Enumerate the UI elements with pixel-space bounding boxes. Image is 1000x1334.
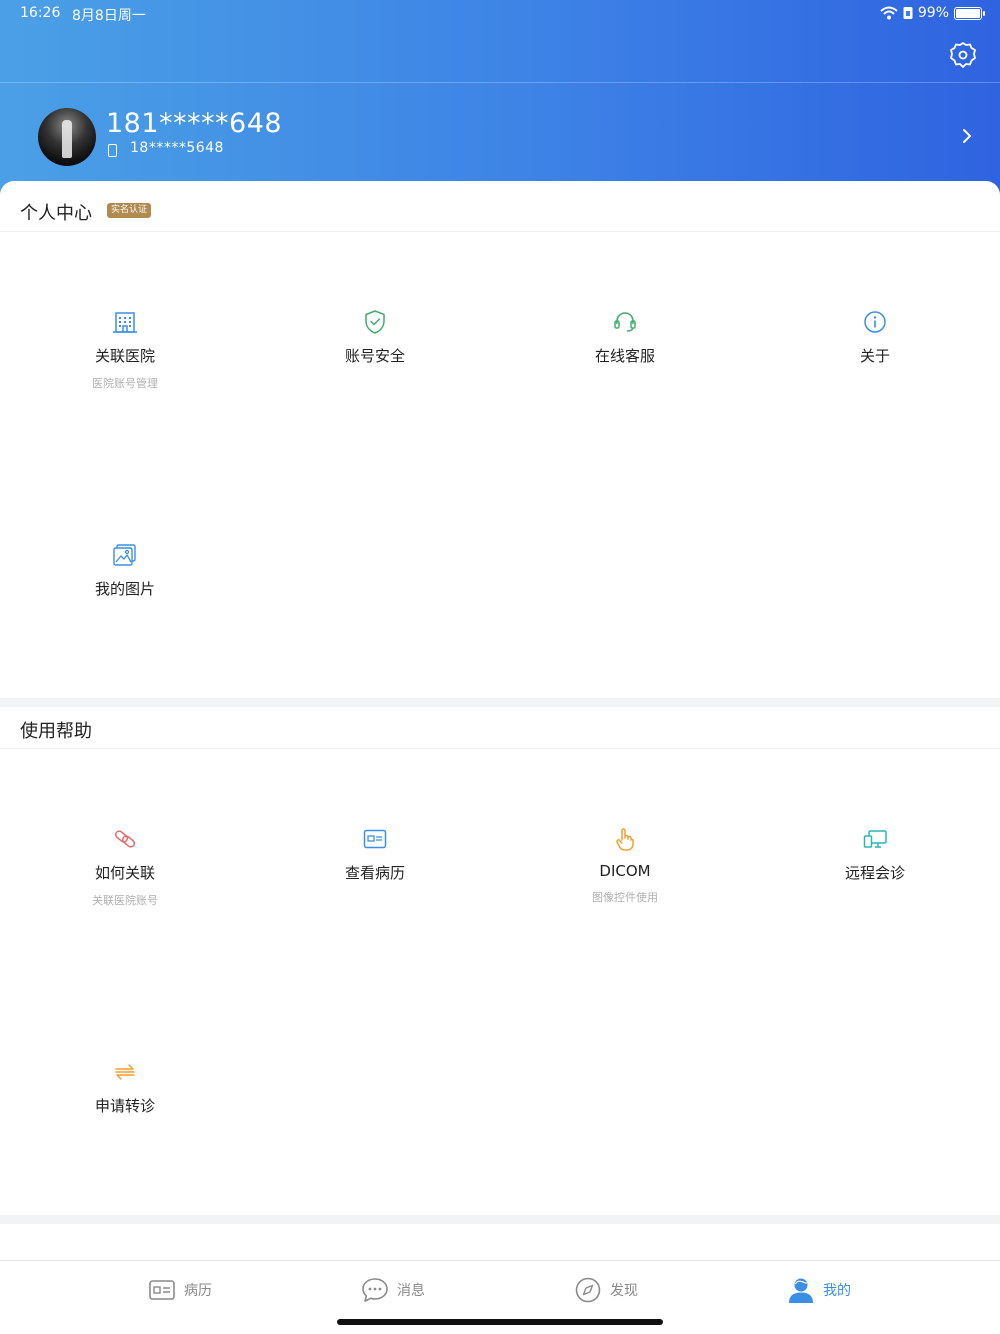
- settings-gear-icon[interactable]: [948, 40, 978, 70]
- status-time: 16:26: [20, 5, 61, 21]
- tab-label: 消息: [397, 1283, 425, 1299]
- grid-item-apply-referral[interactable]: 申请转诊: [0, 1059, 250, 1116]
- grid-item-view-records[interactable]: 查看病历: [250, 826, 500, 883]
- header-divider: [0, 82, 1000, 83]
- info-icon: [864, 311, 886, 333]
- avatar[interactable]: [38, 108, 96, 166]
- main-card: 个人中心 实名认证 关联医院 医院账号管理 账号安全 在线客服 关于 我的图片 …: [0, 181, 1000, 1224]
- section-title-personal-center: 个人中心: [20, 203, 92, 224]
- lock-icon: [903, 7, 913, 19]
- grid-item-label: 账号安全: [344, 347, 405, 365]
- grid-item-label: 关联医院: [94, 347, 155, 365]
- link-icon: [114, 830, 136, 848]
- hospital-icon: [113, 312, 137, 333]
- grid-item-label: 关于: [859, 347, 890, 365]
- grid-item-label: 查看病历: [344, 864, 405, 882]
- profile-phone: 18*****5648: [130, 140, 224, 156]
- grid-item-label: DICOM: [599, 862, 651, 880]
- grid-item-how-to-link[interactable]: 如何关联 关联医院账号: [0, 826, 250, 908]
- section-gap: [0, 1215, 1000, 1224]
- profile-name: 181*****648: [106, 108, 283, 139]
- divider: [0, 748, 1000, 749]
- shield-check-icon: [365, 310, 385, 334]
- headset-icon: [614, 312, 636, 332]
- grid-item-sublabel: 医院账号管理: [92, 377, 158, 390]
- user-icon: [789, 1278, 813, 1303]
- grid-item-label: 如何关联: [94, 864, 155, 882]
- grid-item-label: 申请转诊: [94, 1097, 155, 1115]
- section-gap: [0, 698, 1000, 707]
- remote-consult-icon: [863, 830, 887, 848]
- record-card-icon: [149, 1280, 175, 1300]
- grid-item-dicom[interactable]: DICOM 图像控件使用: [500, 826, 750, 905]
- phone-icon: [108, 144, 117, 157]
- chat-bubble-icon: [362, 1278, 388, 1302]
- image-icon: [113, 544, 136, 566]
- grid-item-my-images[interactable]: 我的图片: [0, 542, 250, 599]
- grid-item-label: 在线客服: [594, 347, 655, 365]
- grid-item-remote-consultation[interactable]: 远程会诊: [750, 826, 1000, 883]
- battery-icon: [954, 6, 985, 20]
- status-date: 8月8日周一: [72, 8, 146, 24]
- status-indicators: 99%: [880, 5, 985, 21]
- grid-item-label: 远程会诊: [844, 864, 905, 882]
- compass-icon: [575, 1277, 601, 1303]
- tab-label: 病历: [184, 1283, 212, 1299]
- grid-item-linked-hospital[interactable]: 关联医院 医院账号管理: [0, 309, 250, 391]
- status-bar: 16:26 8月8日周一 99%: [0, 0, 1000, 28]
- medical-record-icon: [363, 829, 387, 849]
- grid-item-sublabel: 关联医院账号: [92, 894, 158, 907]
- home-indicator: [337, 1319, 663, 1325]
- grid-item-label: 我的图片: [94, 580, 155, 598]
- wifi-icon: [880, 6, 898, 20]
- profile-header: 16:26 8月8日周一 99% 181*****648 18*****5648: [0, 0, 1000, 200]
- grid-item-online-support[interactable]: 在线客服: [500, 309, 750, 366]
- divider: [0, 231, 1000, 232]
- touch-icon: [616, 828, 634, 851]
- transfer-icon: [115, 1064, 135, 1080]
- verified-badge: 实名认证: [107, 203, 152, 218]
- tab-label: 发现: [610, 1283, 638, 1299]
- tab-mine[interactable]: 我的: [694, 1275, 944, 1305]
- grid-item-sublabel: 图像控件使用: [592, 891, 658, 904]
- grid-item-account-security[interactable]: 账号安全: [250, 309, 500, 366]
- chevron-right-icon[interactable]: [960, 126, 974, 146]
- section-title-help: 使用帮助: [20, 721, 92, 742]
- profile-row[interactable]: 181*****648 18*****5648: [38, 108, 978, 166]
- battery-percent: 99%: [917, 5, 949, 21]
- grid-item-about[interactable]: 关于: [750, 309, 1000, 366]
- tab-label: 我的: [823, 1283, 851, 1299]
